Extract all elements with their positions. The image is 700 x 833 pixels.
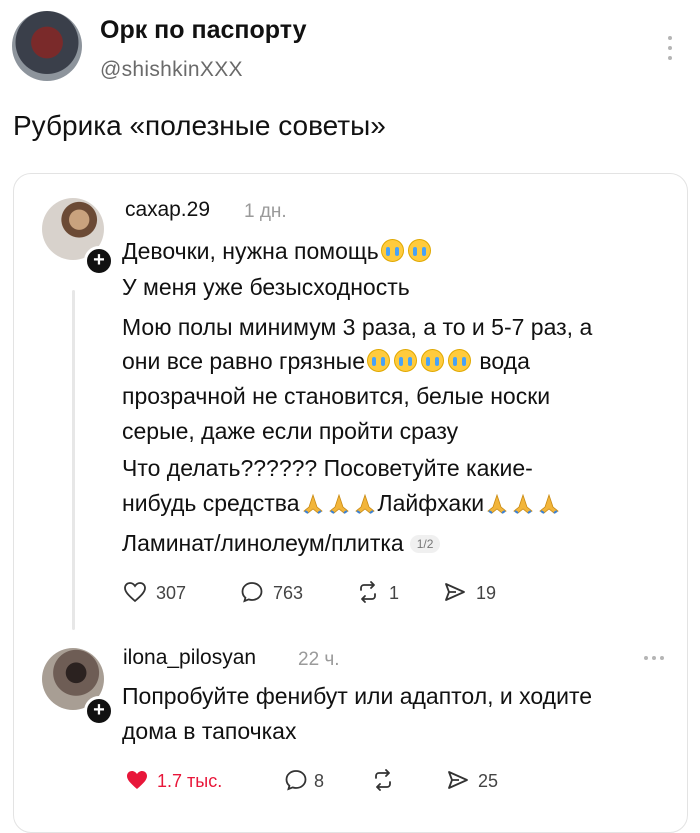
repost-icon[interactable] xyxy=(371,768,395,792)
quote-line-8: нибудь средства Лайфхаки xyxy=(122,490,562,517)
quote-text: они все равно грязные xyxy=(122,348,366,374)
repost-icon[interactable] xyxy=(356,580,380,604)
quote-username[interactable]: сахар.29 xyxy=(125,198,210,222)
praying-hands-icon xyxy=(328,494,349,514)
comment-count: 763 xyxy=(273,583,304,603)
praying-hands-icon xyxy=(302,494,323,514)
praying-hands-icon xyxy=(487,494,507,514)
reply-line-1: Попробуйте фенибут или адаптол, и ходите xyxy=(122,683,593,709)
crying-emoji-icon xyxy=(394,349,418,372)
quote-line-9: Ламинат/линолеум/плитка 1/2 xyxy=(122,530,441,557)
crying-emoji-icon xyxy=(421,349,445,372)
follow-plus-icon[interactable]: + xyxy=(84,696,114,726)
share-icon[interactable] xyxy=(443,580,467,604)
author-avatar[interactable] xyxy=(12,11,82,81)
author-handle[interactable]: @shishkinXXX xyxy=(100,58,243,82)
praying-hands-icon xyxy=(539,494,559,514)
thread-line xyxy=(72,290,75,630)
crying-emoji-icon xyxy=(448,349,472,372)
share-count: 19 xyxy=(476,583,497,603)
quote-line-2: У меня уже безысходность xyxy=(122,274,410,300)
praying-hands-icon xyxy=(354,494,375,514)
quote-line-7: Что делать?????? Посоветуйте какие- xyxy=(122,455,533,481)
quote-time: 1 дн. xyxy=(244,201,287,222)
like-count: 307 xyxy=(156,583,187,603)
share-icon[interactable] xyxy=(446,768,470,792)
crying-emoji-icon xyxy=(367,349,391,372)
reply-line-2: дома в тапочках xyxy=(122,718,297,744)
quote-text: Лайфхаки xyxy=(377,490,485,516)
praying-hands-icon xyxy=(513,494,533,514)
more-options-icon[interactable] xyxy=(644,656,668,660)
quote-line-3: Мою полы минимум 3 раза, а то и 5-7 раз,… xyxy=(122,314,593,340)
share-count: 25 xyxy=(478,771,499,791)
quote-line-4: они все равно грязные вода xyxy=(122,348,530,375)
author-name[interactable]: Орк по паспорту xyxy=(100,16,306,45)
reply-time: 22 ч. xyxy=(298,649,340,670)
quote-line-1: Девочки, нужна помощь xyxy=(122,238,433,265)
quote-line-6: серые, даже если пройти сразу xyxy=(122,418,459,444)
quote-text: нибудь средства xyxy=(122,490,300,516)
quote-text: Ламинат/линолеум/плитка xyxy=(122,530,404,556)
follow-plus-icon[interactable]: + xyxy=(84,246,114,276)
comment-icon[interactable] xyxy=(240,580,264,604)
reply-username[interactable]: ilona_pilosyan xyxy=(123,646,256,670)
page-badge[interactable]: 1/2 xyxy=(409,535,441,553)
crying-emoji-icon xyxy=(407,239,431,262)
quote-line-5: прозрачной не становится, белые носки xyxy=(122,383,551,409)
post-text: Рубрика «полезные советы» xyxy=(13,110,386,141)
comment-count: 8 xyxy=(314,771,325,791)
repost-count: 1 xyxy=(389,583,400,603)
quote-text: вода xyxy=(473,348,530,374)
like-count: 1.7 тыс. xyxy=(157,771,223,791)
crying-emoji-icon xyxy=(380,239,404,262)
heart-filled-icon[interactable] xyxy=(125,768,149,792)
more-options-icon[interactable] xyxy=(666,36,674,66)
quote-text: Девочки, нужна помощь xyxy=(122,238,379,264)
heart-icon[interactable] xyxy=(123,580,147,604)
comment-icon[interactable] xyxy=(284,768,308,792)
